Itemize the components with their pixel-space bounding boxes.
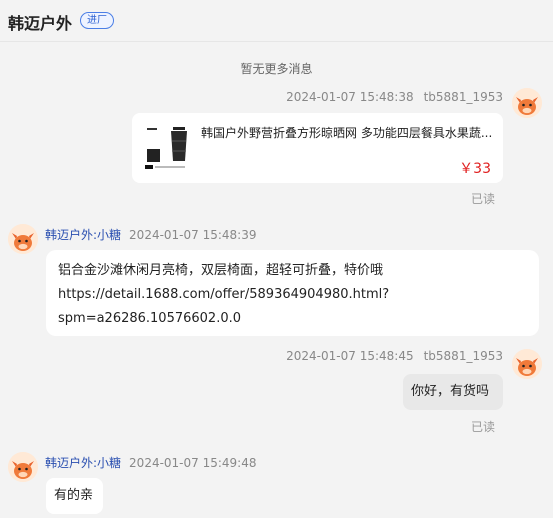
message-time: 2024-01-07 15:48:39 <box>129 228 257 242</box>
shop-name: 韩迈户外 <box>8 14 73 33</box>
message-bubble: 铝合金沙滩休闲月亮椅，双层椅面，超轻可折叠，特价哦 https://detail… <box>46 250 539 336</box>
enter-shop-badge[interactable]: 进厂 <box>80 12 114 29</box>
cow-avatar-icon <box>8 452 38 482</box>
sender-name: tb5881_1953 <box>423 90 503 104</box>
message-meta: 韩迈户外:小糖 2024-01-07 15:49:48 <box>45 454 257 471</box>
message-text: 你好，有货吗 <box>411 384 490 399</box>
chat-header: 韩迈户外 进厂 <box>0 0 553 42</box>
cow-avatar-icon <box>8 224 38 254</box>
shop-avatar[interactable] <box>8 452 38 482</box>
message-time: 2024-01-07 15:49:48 <box>129 456 257 470</box>
message-text: 铝合金沙滩休闲月亮椅，双层椅面，超轻可折叠，特价哦 <box>58 263 384 278</box>
sender-name: tb5881_1953 <box>423 349 503 363</box>
product-thumbnail[interactable] <box>141 123 191 173</box>
read-status: 已读 <box>471 420 496 434</box>
product-card[interactable]: 韩国户外野营折叠方形晾晒网 多功能四层餐具水果蔬... ￥33 <box>132 113 503 183</box>
user-avatar[interactable] <box>512 88 542 118</box>
no-more-messages: 暂无更多消息 <box>240 62 313 76</box>
product-title[interactable]: 韩国户外野营折叠方形晾晒网 多功能四层餐具水果蔬... <box>201 124 493 141</box>
sender-name: 韩迈户外:小糖 <box>45 456 122 470</box>
message-meta: 2024-01-07 15:48:38 tb5881_1953 <box>286 90 503 104</box>
cow-avatar-icon <box>512 349 542 379</box>
message-link-continued[interactable]: spm=a26286.10576602.0.0 <box>58 307 527 331</box>
message-time: 2024-01-07 15:48:38 <box>286 90 414 104</box>
message-meta: 韩迈户外:小糖 2024-01-07 15:48:39 <box>45 226 257 243</box>
sender-name: 韩迈户外:小糖 <box>45 228 122 242</box>
message-link[interactable]: https://detail.1688.com/offer/5893649049… <box>58 283 527 307</box>
product-price: ￥33 <box>459 161 491 177</box>
cow-avatar-icon <box>512 88 542 118</box>
message-text: 有的亲 <box>54 488 94 503</box>
message-meta: 2024-01-07 15:48:45 tb5881_1953 <box>286 349 503 363</box>
shop-avatar[interactable] <box>8 224 38 254</box>
product-image-icon <box>145 127 187 169</box>
message-bubble: 你好，有货吗 <box>403 374 503 410</box>
message-time: 2024-01-07 15:48:45 <box>286 349 414 363</box>
read-status: 已读 <box>471 192 496 206</box>
user-avatar[interactable] <box>512 349 542 379</box>
message-bubble: 有的亲 <box>46 478 103 514</box>
